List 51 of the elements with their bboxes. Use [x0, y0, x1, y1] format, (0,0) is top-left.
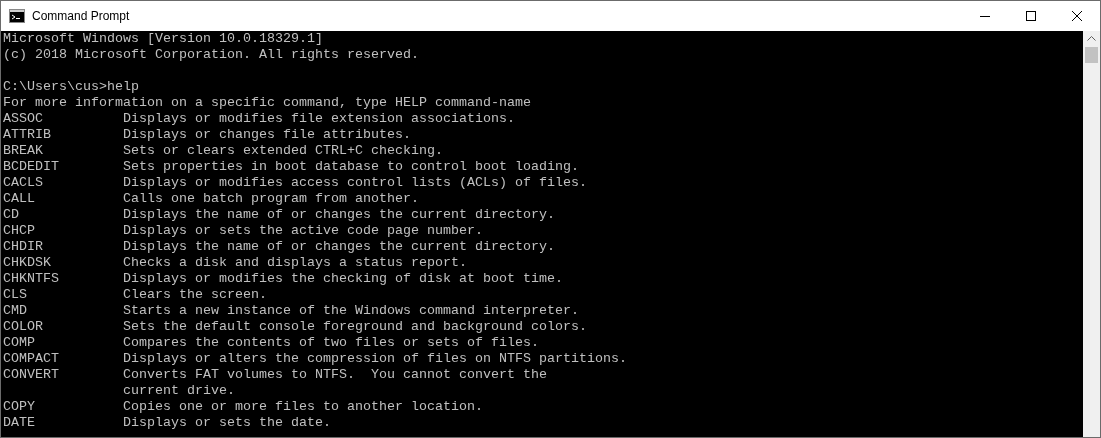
- command-description: Starts a new instance of the Windows command interpreter.: [123, 303, 579, 319]
- command-description: Copies one or more files to another location.: [123, 399, 483, 415]
- command-name: COPY: [3, 399, 35, 414]
- command-description: Calls one batch program from another.: [123, 191, 419, 207]
- command-name: BCDEDIT: [3, 159, 59, 174]
- maximize-icon: [1026, 11, 1036, 21]
- window-title: Command Prompt: [32, 8, 130, 25]
- command-description: Displays or alters the compression of files on NTFS partitions.: [123, 351, 627, 367]
- scroll-up-icon[interactable]: [1087, 36, 1096, 41]
- command-description: Checks a disk and displays a status report.: [123, 255, 467, 271]
- command-description: Sets the default console foreground and background colors.: [123, 319, 587, 335]
- console-line: (c) 2018 Microsoft Corporation. All rights reserved.: [3, 47, 420, 63]
- command-description: Converts FAT volumes to NTFS. You cannot convert the: [123, 367, 547, 383]
- command-description: Displays or modifies access control lists (ACLs) of files.: [123, 175, 587, 191]
- console-line: C:\Users\cus>help: [3, 79, 140, 95]
- command-description: Displays or modifies the checking of disk at boot time.: [123, 271, 563, 287]
- command-name: DATE: [3, 415, 35, 430]
- command-description: Compares the contents of two files or sets of files.: [123, 335, 539, 351]
- command-name: CHKNTFS: [3, 271, 59, 286]
- command-name: ASSOC: [3, 111, 43, 126]
- command-name: CMD: [3, 303, 27, 318]
- minimize-icon: [980, 15, 990, 17]
- command-name: ATTRIB: [3, 127, 51, 142]
- command-name: BREAK: [3, 143, 43, 158]
- console-line: For more information on a specific command, type HELP command-name: [3, 95, 532, 111]
- scroll-thumb[interactable]: [1085, 47, 1098, 63]
- command-name: CACLS: [3, 175, 43, 190]
- command-description: Sets or clears extended CTRL+C checking.: [123, 143, 443, 159]
- command-description: Displays or modifies file extension associations.: [123, 111, 515, 127]
- command-name: CONVERT: [3, 367, 59, 382]
- command-description: Displays the name of or changes the current directory.: [123, 239, 555, 255]
- command-description: Displays or sets the date.: [123, 415, 331, 431]
- command-name: COLOR: [3, 319, 43, 334]
- command-name: CHKDSK: [3, 255, 51, 270]
- close-icon: [1072, 11, 1082, 21]
- command-name: CHCP: [3, 223, 35, 238]
- command-name: COMP: [3, 335, 35, 350]
- command-description: current drive.: [123, 383, 235, 399]
- console-line: Microsoft Windows [Version 10.0.18329.1]: [3, 31, 324, 47]
- command-name: CLS: [3, 287, 27, 302]
- command-name: CHDIR: [3, 239, 43, 254]
- command-name: COMPACT: [3, 351, 59, 366]
- console-app-icon: [9, 9, 25, 23]
- command-description: Displays or sets the active code page number.: [123, 223, 483, 239]
- command-description: Displays or changes file attributes.: [123, 127, 411, 143]
- command-description: Displays the name of or changes the current directory.: [123, 207, 555, 223]
- command-description: Sets properties in boot database to control boot loading.: [123, 159, 579, 175]
- command-description: Clears the screen.: [123, 287, 267, 303]
- scrollbar[interactable]: [1083, 31, 1100, 437]
- command-name: CALL: [3, 191, 35, 206]
- command-name: CD: [3, 207, 19, 222]
